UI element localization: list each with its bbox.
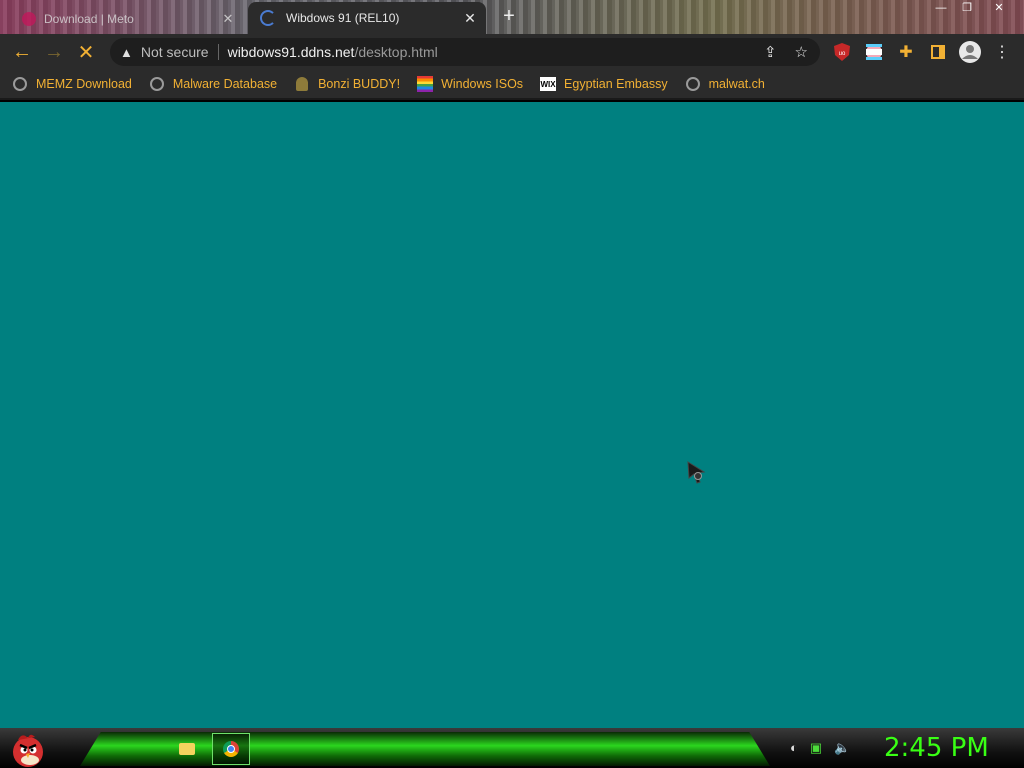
tab-download[interactable]: Download | Meto ✕ bbox=[8, 4, 246, 34]
globe-icon bbox=[12, 76, 28, 92]
back-arrow-icon[interactable]: ← bbox=[6, 36, 38, 68]
share-icon[interactable]: ⇪ bbox=[764, 43, 777, 61]
tab-favicon-icon bbox=[22, 12, 36, 26]
tab-title: Wibdows 91 (REL10) bbox=[286, 11, 400, 25]
bookmark-malwatch[interactable]: malwat.ch bbox=[685, 76, 765, 92]
bookmark-label: Windows ISOs bbox=[441, 77, 524, 91]
bonzi-icon bbox=[294, 76, 310, 92]
close-tab-icon[interactable]: ✕ bbox=[462, 10, 478, 27]
chrome-icon[interactable] bbox=[212, 733, 250, 765]
mouse-cursor-icon bbox=[687, 461, 706, 484]
account-icon[interactable] bbox=[958, 41, 982, 63]
bookmarks-bar: MEMZ Download Malware Database Bonzi BUD… bbox=[0, 70, 1024, 100]
steam-icon[interactable]: ◐ bbox=[790, 740, 798, 756]
tab-wibdows[interactable]: Wibdows 91 (REL10) ✕ bbox=[248, 2, 486, 34]
warning-icon[interactable]: ▲ bbox=[120, 45, 133, 60]
ublock-icon[interactable]: uo bbox=[832, 42, 852, 62]
url-path[interactable]: /desktop.html bbox=[354, 44, 437, 60]
wix-icon: WIX bbox=[540, 76, 557, 92]
bookmark-label: Malware Database bbox=[172, 77, 278, 91]
bookmark-label: malwat.ch bbox=[708, 77, 765, 91]
bookmark-label: MEMZ Download bbox=[36, 77, 132, 91]
taskbar bbox=[0, 728, 1024, 768]
puzzle-icon[interactable]: ✚ bbox=[896, 42, 916, 62]
loading-spinner-icon bbox=[260, 10, 276, 26]
minimize-button[interactable]: — bbox=[928, 0, 954, 16]
address-bar[interactable]: ▲ Not secure wibdows91.ddns.net/desktop.… bbox=[110, 38, 820, 66]
bookmark-bonzi-buddy[interactable]: Bonzi BUDDY! bbox=[294, 76, 400, 92]
desktop-area[interactable] bbox=[0, 102, 1024, 728]
taskbar-clock[interactable]: 2:45 PM bbox=[884, 733, 989, 763]
monitor-icon[interactable]: ▣ bbox=[810, 740, 822, 756]
system-tray: ◐ ▣ 🔈 bbox=[790, 740, 850, 756]
angry-bird-icon[interactable] bbox=[8, 730, 48, 768]
url-host[interactable]: wibdows91.ddns.net bbox=[228, 44, 355, 60]
svg-text:uo: uo bbox=[839, 51, 846, 57]
security-label[interactable]: Not secure bbox=[141, 44, 209, 60]
globe-icon bbox=[685, 76, 701, 92]
maximize-button[interactable]: ❐ bbox=[954, 0, 980, 16]
bookmark-windows-isos[interactable]: Windows ISOs bbox=[417, 76, 523, 92]
bookmark-label: Egyptian Embassy bbox=[564, 77, 668, 91]
globe-icon bbox=[149, 76, 165, 92]
stop-loading-icon[interactable]: ✕ bbox=[70, 36, 102, 68]
file-explorer-icon[interactable] bbox=[168, 733, 206, 765]
tab-strip: Download | Meto ✕ Wibdows 91 (REL10) ✕ +… bbox=[0, 0, 1024, 34]
star-icon[interactable]: ☆ bbox=[795, 43, 808, 61]
forward-arrow-icon[interactable]: → bbox=[38, 36, 70, 68]
divider bbox=[217, 44, 219, 60]
volume-icon[interactable]: 🔈 bbox=[834, 740, 850, 756]
close-window-button[interactable]: ✕ bbox=[986, 0, 1012, 16]
bookmark-egyptian-embassy[interactable]: WIX Egyptian Embassy bbox=[540, 76, 668, 92]
profile-flag-icon[interactable] bbox=[864, 42, 884, 62]
new-tab-button[interactable]: + bbox=[498, 6, 520, 28]
sidebar-icon[interactable] bbox=[928, 42, 948, 62]
menu-icon[interactable]: ⋮ bbox=[992, 42, 1012, 62]
bookmark-malware-database[interactable]: Malware Database bbox=[149, 76, 277, 92]
browser-toolbar: ← → ✕ ▲ Not secure wibdows91.ddns.net/de… bbox=[0, 34, 1024, 70]
rainbow-flag-icon bbox=[417, 76, 434, 92]
bookmark-label: Bonzi BUDDY! bbox=[318, 77, 401, 91]
tab-title: Download | Meto bbox=[44, 12, 134, 26]
close-tab-icon[interactable]: ✕ bbox=[220, 11, 236, 27]
bookmark-memz[interactable]: MEMZ Download bbox=[12, 76, 132, 92]
